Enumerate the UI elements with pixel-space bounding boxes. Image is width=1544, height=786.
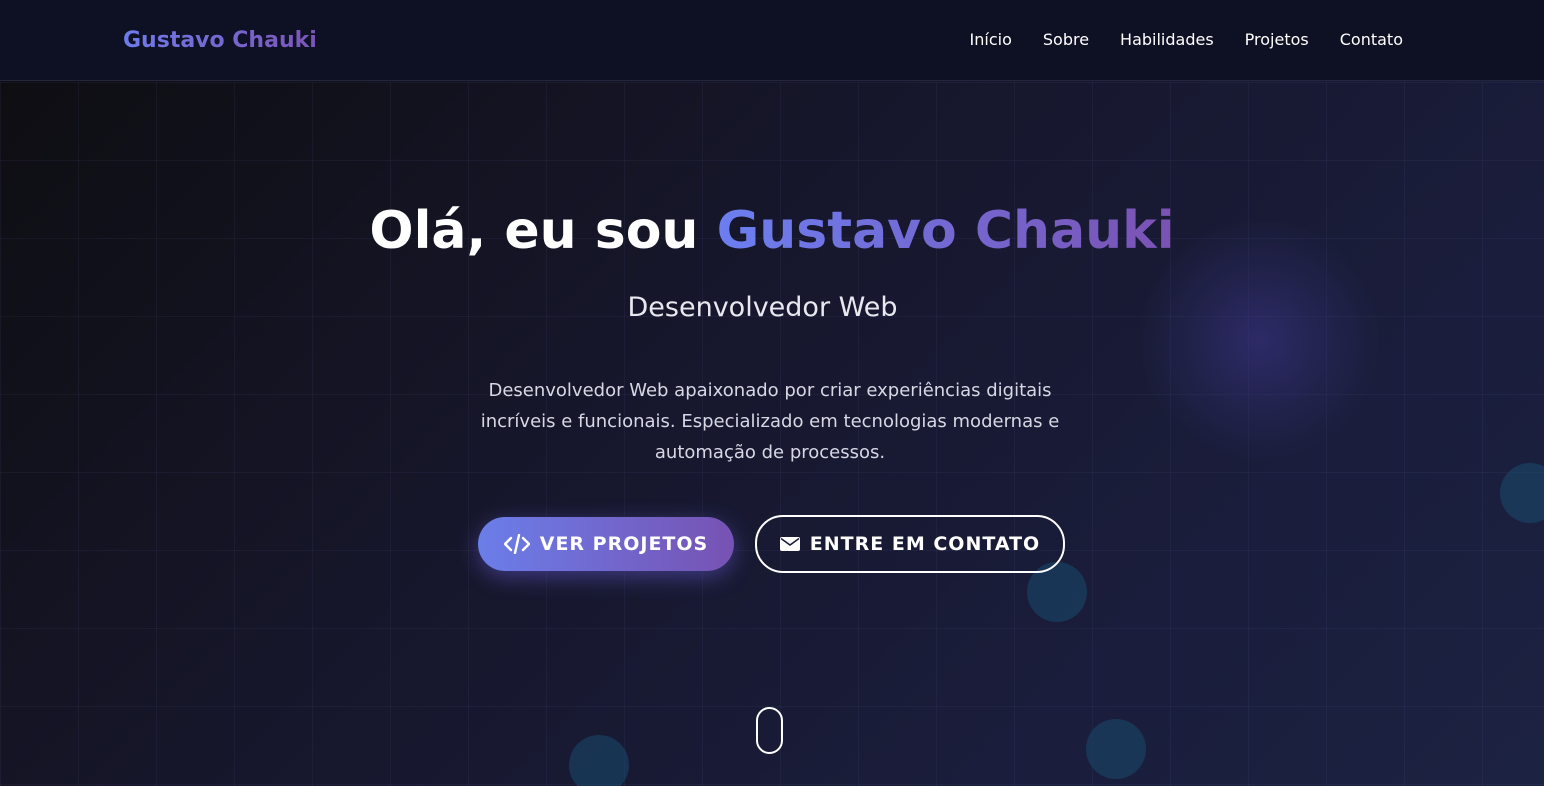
nav-item-inicio[interactable]: Início [970, 29, 1012, 51]
view-projects-label: VER PROJETOS [539, 533, 709, 555]
hero-title: Olá, eu sou Gustavo Chauki [0, 198, 1544, 264]
scroll-down-indicator[interactable] [756, 707, 783, 754]
hero-title-name: Gustavo Chauki [716, 201, 1175, 261]
navbar: Gustavo Chauki Início Sobre Habilidades … [0, 0, 1544, 81]
nav-item-projetos[interactable]: Projetos [1245, 29, 1309, 51]
brand-logo[interactable]: Gustavo Chauki [123, 27, 317, 55]
code-icon [503, 534, 530, 554]
nav-item-contato[interactable]: Contato [1340, 29, 1403, 51]
envelope-icon [779, 536, 800, 552]
hero-description: Desenvolvedor Web apaixonado por criar e… [480, 380, 1060, 463]
hero-subtitle: Desenvolvedor Web [627, 292, 898, 323]
contact-button[interactable]: ENTRE EM CONTATO [755, 515, 1065, 573]
nav-item-habilidades[interactable]: Habilidades [1120, 29, 1214, 51]
floating-circle [1086, 719, 1146, 779]
floating-circle [569, 735, 629, 786]
view-projects-button[interactable]: VER PROJETOS [478, 517, 734, 571]
nav-item-sobre[interactable]: Sobre [1043, 29, 1089, 51]
hero-title-prefix: Olá, eu sou [369, 201, 717, 261]
nav-menu: Início Sobre Habilidades Projetos Contat… [970, 29, 1403, 51]
contact-label: ENTRE EM CONTATO [809, 533, 1041, 555]
